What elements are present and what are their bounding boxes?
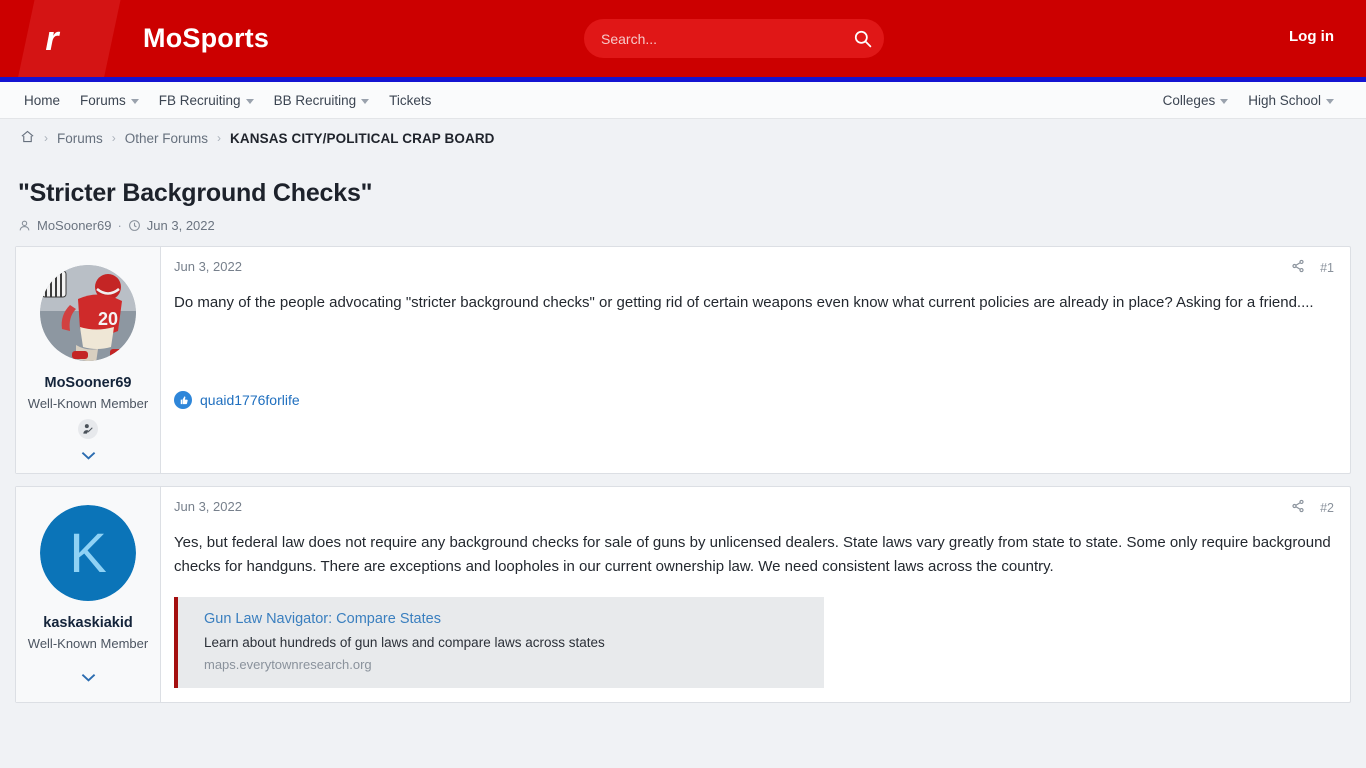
avatar[interactable]: 20 bbox=[40, 265, 136, 361]
nav-item-label: BB Recruiting bbox=[273, 92, 357, 108]
site-header: r MoSports Log in bbox=[0, 0, 1366, 77]
chevron-down-icon bbox=[245, 98, 254, 104]
page-title: "Stricter Background Checks" bbox=[18, 179, 373, 207]
post-author-name[interactable]: MoSooner69 bbox=[24, 375, 152, 391]
post-item: 20 MoSooner69 Well-Known Member Jun 3, 2… bbox=[15, 246, 1351, 474]
post-body-text: Yes, but federal law does not require an… bbox=[174, 534, 1331, 575]
share-button[interactable] bbox=[1291, 499, 1305, 516]
search-icon bbox=[854, 30, 871, 48]
member-badge-glyph-icon bbox=[83, 424, 93, 434]
thread-author-link[interactable]: MoSooner69 bbox=[37, 218, 111, 233]
author-expand-toggle[interactable] bbox=[24, 451, 152, 461]
home-icon bbox=[21, 130, 34, 143]
nav-right-group: Colleges High School bbox=[1163, 82, 1344, 119]
search-bar[interactable] bbox=[584, 19, 884, 58]
post-date[interactable]: Jun 3, 2022 bbox=[174, 259, 242, 274]
search-input[interactable] bbox=[584, 30, 840, 47]
post-author-name[interactable]: kaskaskiakid bbox=[24, 615, 152, 631]
post-toolbar: Jun 3, 2022 #2 bbox=[174, 499, 1334, 516]
share-button[interactable] bbox=[1291, 259, 1305, 276]
chevron-down-icon bbox=[130, 98, 139, 104]
link-preview-description: Learn about hundreds of gun laws and com… bbox=[204, 635, 605, 650]
user-icon bbox=[19, 220, 30, 231]
avatar-photo-icon: 20 bbox=[40, 265, 136, 361]
post-actions: #1 bbox=[1291, 259, 1334, 276]
breadcrumb-item-other-forums[interactable]: Other Forums bbox=[125, 131, 208, 146]
nav-item-home[interactable]: Home bbox=[24, 82, 70, 119]
site-logo-icon[interactable]: r bbox=[0, 22, 110, 56]
nav-item-label: Colleges bbox=[1162, 92, 1216, 108]
nav-item-forums[interactable]: Forums bbox=[70, 82, 149, 119]
breadcrumb: › Forums › Other Forums › KANSAS CITY/PO… bbox=[0, 119, 1366, 157]
post-reactions: quaid1776forlife bbox=[174, 391, 1334, 409]
author-expand-toggle[interactable] bbox=[24, 673, 152, 683]
post-date[interactable]: Jun 3, 2022 bbox=[174, 499, 242, 514]
chevron-down-icon bbox=[81, 673, 95, 682]
avatar[interactable]: K bbox=[40, 505, 136, 601]
share-icon bbox=[1292, 499, 1304, 513]
post-author-sidebar: 20 MoSooner69 Well-Known Member bbox=[16, 247, 161, 473]
post-author-rank: Well-Known Member bbox=[27, 396, 149, 411]
post-actions: #2 bbox=[1291, 499, 1334, 516]
breadcrumb-separator: › bbox=[44, 131, 48, 145]
nav-item-label: Forums bbox=[80, 92, 126, 108]
link-preview[interactable]: Gun Law Navigator: Compare States Learn … bbox=[174, 597, 824, 688]
thumbs-up-icon bbox=[174, 391, 192, 409]
breadcrumb-item-current[interactable]: KANSAS CITY/POLITICAL CRAP BOARD bbox=[230, 131, 494, 146]
breadcrumb-separator: › bbox=[111, 131, 116, 145]
breadcrumb-home-link[interactable] bbox=[20, 129, 35, 147]
nav-left-group: Home Forums FB Recruiting BB Recruiting … bbox=[24, 82, 441, 119]
chevron-down-icon bbox=[1326, 98, 1334, 104]
meta-separator: · bbox=[117, 218, 122, 233]
nav-item-tickets[interactable]: Tickets bbox=[379, 82, 441, 119]
chevron-down-icon bbox=[81, 451, 95, 460]
svg-text:20: 20 bbox=[98, 309, 118, 329]
nav-item-label: High School bbox=[1248, 92, 1321, 108]
post-content: Jun 3, 2022 #2 Yes, but federal law does… bbox=[161, 487, 1350, 702]
member-badge-icon bbox=[78, 419, 98, 439]
link-preview-host: maps.everytownresearch.org bbox=[204, 657, 372, 672]
nav-item-label: Tickets bbox=[389, 92, 432, 108]
thread-meta: MoSooner69 · Jun 3, 2022 bbox=[18, 218, 1346, 233]
login-link[interactable]: Log in bbox=[1289, 28, 1334, 45]
nav-item-bb-recruiting[interactable]: BB Recruiting bbox=[264, 82, 380, 119]
nav-item-high-school[interactable]: High School bbox=[1238, 82, 1344, 119]
avatar-initial: K bbox=[40, 505, 136, 601]
breadcrumb-item-forums[interactable]: Forums bbox=[57, 131, 103, 146]
post-item: K kaskaskiakid Well-Known Member Jun 3, … bbox=[15, 486, 1351, 703]
site-title[interactable]: MoSports bbox=[143, 23, 269, 54]
post-body-spacer bbox=[174, 315, 1334, 377]
post-author-sidebar: K kaskaskiakid Well-Known Member bbox=[16, 487, 161, 702]
nav-item-label: FB Recruiting bbox=[158, 92, 241, 108]
post-number[interactable]: #1 bbox=[1320, 261, 1334, 275]
post-author-rank: Well-Known Member bbox=[27, 636, 149, 651]
post-list: 20 MoSooner69 Well-Known Member Jun 3, 2… bbox=[0, 233, 1366, 703]
search-button[interactable] bbox=[840, 19, 884, 58]
nav-item-label: Home bbox=[24, 92, 61, 108]
chevron-down-icon bbox=[361, 98, 370, 104]
chevron-down-icon bbox=[1220, 98, 1229, 104]
thread-header: "Stricter Background Checks" MoSooner69 … bbox=[0, 157, 1366, 233]
nav-item-fb-recruiting[interactable]: FB Recruiting bbox=[149, 82, 264, 119]
reaction-user-link[interactable]: quaid1776forlife bbox=[200, 392, 300, 408]
clock-icon bbox=[128, 220, 140, 231]
breadcrumb-separator: › bbox=[217, 131, 222, 145]
post-number[interactable]: #2 bbox=[1320, 501, 1334, 515]
post-body-text: Do many of the people advocating "strict… bbox=[174, 294, 1314, 311]
thread-date: Jun 3, 2022 bbox=[146, 218, 215, 233]
link-preview-title[interactable]: Gun Law Navigator: Compare States bbox=[204, 611, 808, 627]
share-icon bbox=[1292, 259, 1304, 273]
thumbs-up-glyph-icon bbox=[180, 395, 188, 404]
main-navigation: Home Forums FB Recruiting BB Recruiting … bbox=[0, 82, 1366, 119]
nav-item-colleges[interactable]: Colleges bbox=[1163, 82, 1239, 119]
post-content: Jun 3, 2022 #1 Do many of the people adv… bbox=[161, 247, 1350, 473]
post-toolbar: Jun 3, 2022 #1 bbox=[174, 259, 1334, 276]
